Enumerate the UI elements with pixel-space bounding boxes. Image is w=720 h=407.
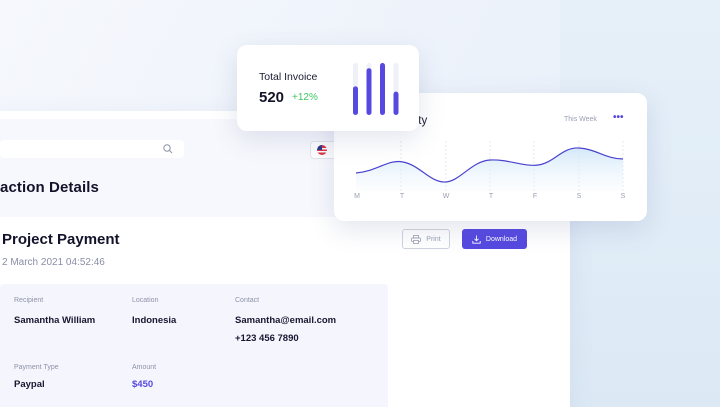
invoice-value: 520 <box>259 89 285 106</box>
day-label: S <box>620 193 626 200</box>
invoice-bar <box>366 68 372 115</box>
contact-phone: +123 456 7890 <box>235 333 299 344</box>
recipient-value: Samantha William <box>14 315 96 326</box>
invoice-bar-chart <box>353 63 399 115</box>
invoice-bar <box>393 91 399 115</box>
day-label: T <box>399 193 405 200</box>
printer-icon <box>411 234 422 244</box>
more-icon[interactable]: ••• <box>613 112 624 123</box>
transaction-date: 2 March 2021 04:52:46 <box>2 257 105 268</box>
invoice-bar <box>353 86 358 115</box>
search-icon[interactable] <box>162 143 174 155</box>
us-flag-icon <box>317 145 327 155</box>
day-label: F <box>532 193 538 200</box>
activity-area <box>356 147 623 191</box>
day-label: W <box>442 193 450 200</box>
total-invoice-card: Total Invoice 520 +12% <box>237 45 419 131</box>
transaction-title: Project Payment <box>2 231 120 248</box>
download-button[interactable]: Download <box>462 229 527 249</box>
invoice-change: +12% <box>292 92 318 103</box>
recipient-label: Recipient <box>14 297 44 304</box>
download-label: Download <box>485 235 518 243</box>
day-label: M <box>354 193 360 200</box>
print-button[interactable]: Print <box>402 229 450 249</box>
contact-label: Contact <box>235 297 260 304</box>
day-label: T <box>488 193 494 200</box>
amount-label: Amount <box>132 364 157 371</box>
payment-type-label: Payment Type <box>14 364 59 371</box>
download-icon <box>472 235 481 244</box>
payment-type-value: Paypal <box>14 379 45 390</box>
print-label: Print <box>426 235 441 243</box>
activity-range[interactable]: This Week <box>564 116 597 123</box>
day-label: S <box>576 193 582 200</box>
invoice-title: Total Invoice <box>259 71 318 83</box>
search-input[interactable] <box>0 140 184 158</box>
details-box <box>0 284 388 407</box>
invoice-bar <box>380 63 385 115</box>
location-label: Location <box>132 297 159 304</box>
page-title: action Details <box>0 179 99 196</box>
location-value: Indonesia <box>132 315 177 326</box>
amount-value: $450 <box>132 379 154 390</box>
contact-email: Samantha@email.com <box>235 315 337 326</box>
